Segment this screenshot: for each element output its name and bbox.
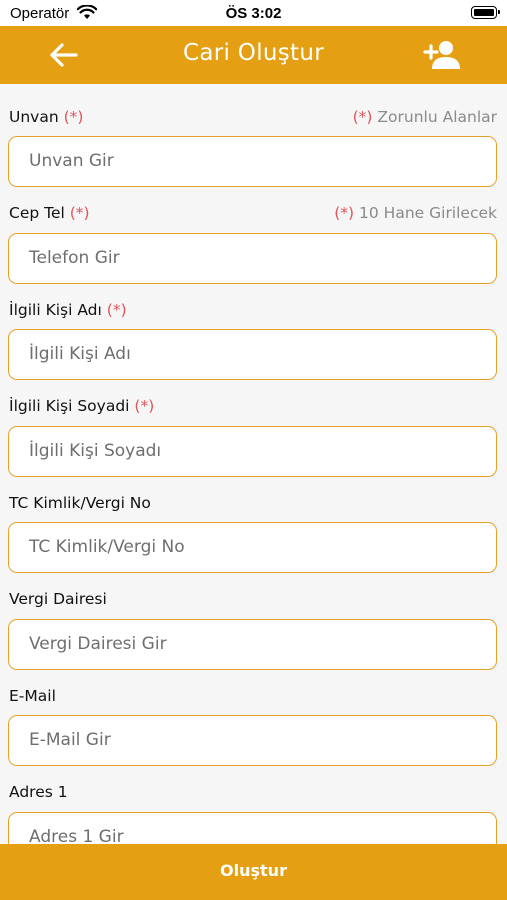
tax-office-input[interactable]: Vergi Dairesi Gir <box>8 619 497 670</box>
address1-label-row: Adres 1 <box>9 783 497 805</box>
status-time: ÖS 3:02 <box>225 5 282 22</box>
email-input[interactable]: E-Mail Gir <box>8 715 497 766</box>
contact-name-input[interactable]: İlgili Kişi Adı <box>8 329 497 380</box>
battery-icon <box>471 6 500 19</box>
required-marker: (*) <box>69 204 90 222</box>
hint-marker: (*) <box>334 204 355 222</box>
required-marker: (*) <box>106 301 127 319</box>
app-bar: Cari Oluştur <box>0 26 507 84</box>
contact-surname-placeholder: İlgili Kişi Soyadı <box>29 441 162 461</box>
contact-surname-label: İlgili Kişi Soyadi <box>9 397 130 415</box>
required-fields-hint: (*) Zorunlu Alanlar <box>353 108 497 126</box>
address1-placeholder: Adres 1 Gir <box>29 827 124 844</box>
required-marker: (*) <box>134 397 155 415</box>
create-button[interactable]: Oluştur <box>0 844 507 900</box>
cep-tel-label: Cep Tel <box>9 204 65 222</box>
email-label: E-Mail <box>9 687 56 705</box>
tax-office-placeholder: Vergi Dairesi Gir <box>29 634 167 654</box>
address1-input[interactable]: Adres 1 Gir <box>8 812 497 844</box>
unvan-label-row: Unvan (*) (*) Zorunlu Alanlar <box>9 108 497 130</box>
tax-id-label: TC Kimlik/Vergi No <box>9 494 151 512</box>
person-add-icon <box>423 41 460 69</box>
hint-marker: (*) <box>352 108 373 126</box>
cari-form: Unvan (*) (*) Zorunlu Alanlar Unvan Gir … <box>0 84 507 844</box>
tax-id-placeholder: TC Kimlik/Vergi No <box>29 537 185 557</box>
unvan-placeholder: Unvan Gir <box>29 151 114 171</box>
unvan-label: Unvan <box>9 108 59 126</box>
tax-office-label-row: Vergi Dairesi <box>9 590 497 612</box>
add-user-button[interactable] <box>423 38 463 72</box>
contact-surname-input[interactable]: İlgili Kişi Soyadı <box>8 426 497 477</box>
tax-id-label-row: TC Kimlik/Vergi No <box>9 494 497 516</box>
contact-name-label-row: İlgili Kişi Adı (*) <box>9 301 497 323</box>
hint-text: Zorunlu Alanlar <box>377 108 497 126</box>
contact-name-placeholder: İlgili Kişi Adı <box>29 344 131 364</box>
phone-input[interactable]: Telefon Gir <box>8 233 497 284</box>
unvan-input[interactable]: Unvan Gir <box>8 136 497 187</box>
tax-id-input[interactable]: TC Kimlik/Vergi No <box>8 522 497 573</box>
hint-text: 10 Hane Girilecek <box>359 204 497 222</box>
email-placeholder: E-Mail Gir <box>29 730 111 750</box>
phone-length-hint: (*) 10 Hane Girilecek <box>334 204 497 222</box>
phone-placeholder: Telefon Gir <box>29 248 120 268</box>
status-bar: Operatör ÖS 3:02 <box>0 0 507 26</box>
address1-label: Adres 1 <box>9 783 68 801</box>
cep-tel-label-row: Cep Tel (*) (*) 10 Hane Girilecek <box>9 204 497 226</box>
tax-office-label: Vergi Dairesi <box>9 590 107 608</box>
contact-surname-label-row: İlgili Kişi Soyadi (*) <box>9 397 497 419</box>
required-marker: (*) <box>63 108 84 126</box>
email-label-row: E-Mail <box>9 687 497 709</box>
contact-name-label: İlgili Kişi Adı <box>9 301 102 319</box>
